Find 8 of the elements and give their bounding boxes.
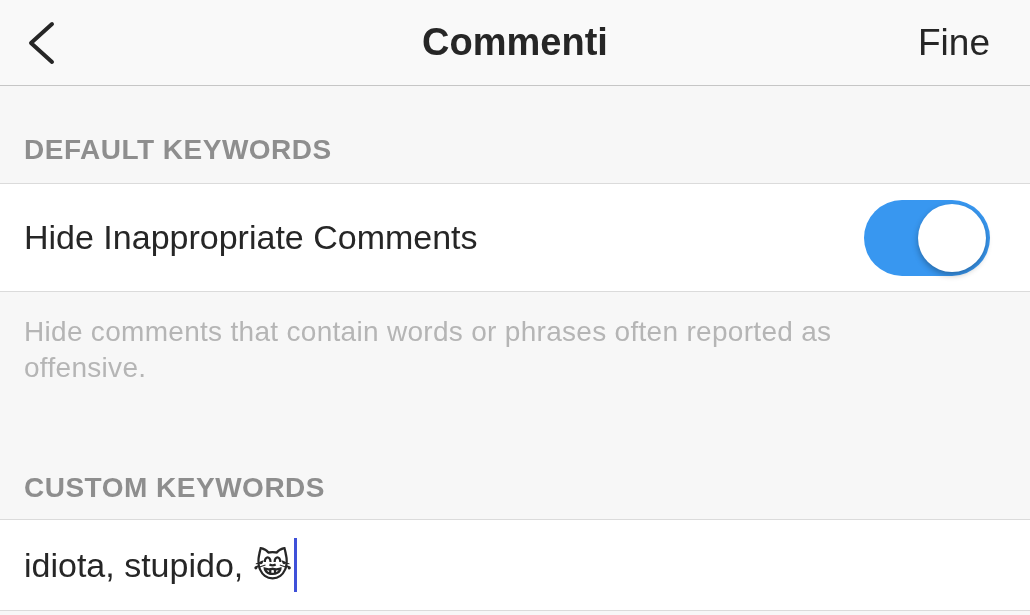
screen-title: Commenti	[422, 21, 608, 64]
done-button[interactable]: Fine	[918, 21, 990, 64]
setting-label: Hide Inappropriate Comments	[24, 218, 478, 257]
text-cursor	[294, 538, 298, 592]
section-description: Hide comments that contain words or phrases often reported as offensive.	[23, 315, 833, 385]
back-icon	[26, 20, 56, 65]
back-button[interactable]	[26, 20, 56, 65]
keyword-field[interactable]: idiota, stupido, 😹	[24, 538, 298, 592]
